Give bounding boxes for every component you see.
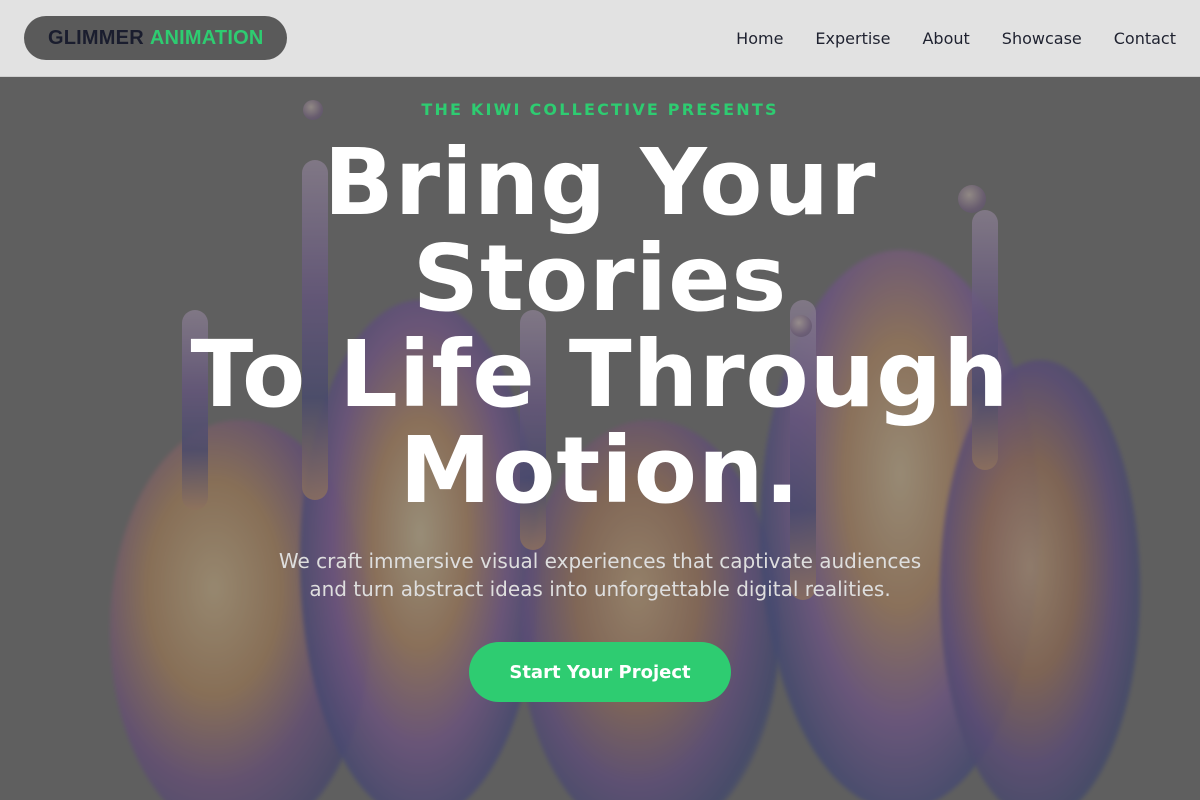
- headline-line: Stories: [412, 225, 788, 332]
- logo-word-accent: ANIMATION: [149, 26, 264, 49]
- subtext-line: and turn abstract ideas into unforgettab…: [309, 577, 891, 601]
- headline-line: To Life Through: [190, 321, 1010, 428]
- headline-line: Bring Your: [323, 129, 877, 236]
- hero-headline: Bring Your Stories To Life Through Motio…: [0, 135, 1200, 519]
- nav-link-contact[interactable]: Contact: [1114, 29, 1176, 48]
- site-header: GLIMMER ANIMATION Home Expertise About S…: [0, 0, 1200, 77]
- logo-word-primary: GLIMMER: [48, 26, 144, 49]
- hero-subtext: We craft immersive visual experiences th…: [0, 547, 1200, 603]
- nav-link-showcase[interactable]: Showcase: [1002, 29, 1082, 48]
- headline-line: Motion.: [399, 417, 801, 524]
- main-nav: Home Expertise About Showcase Contact: [736, 29, 1176, 48]
- start-project-button[interactable]: Start Your Project: [469, 642, 731, 702]
- nav-link-home[interactable]: Home: [736, 29, 783, 48]
- nav-link-about[interactable]: About: [922, 29, 969, 48]
- hero-eyebrow: THE KIWI COLLECTIVE PRESENTS: [421, 100, 779, 119]
- hero-section: THE KIWI COLLECTIVE PRESENTS Bring Your …: [0, 77, 1200, 800]
- subtext-line: We craft immersive visual experiences th…: [278, 549, 922, 573]
- brand-logo[interactable]: GLIMMER ANIMATION: [24, 16, 288, 60]
- nav-link-expertise[interactable]: Expertise: [815, 29, 890, 48]
